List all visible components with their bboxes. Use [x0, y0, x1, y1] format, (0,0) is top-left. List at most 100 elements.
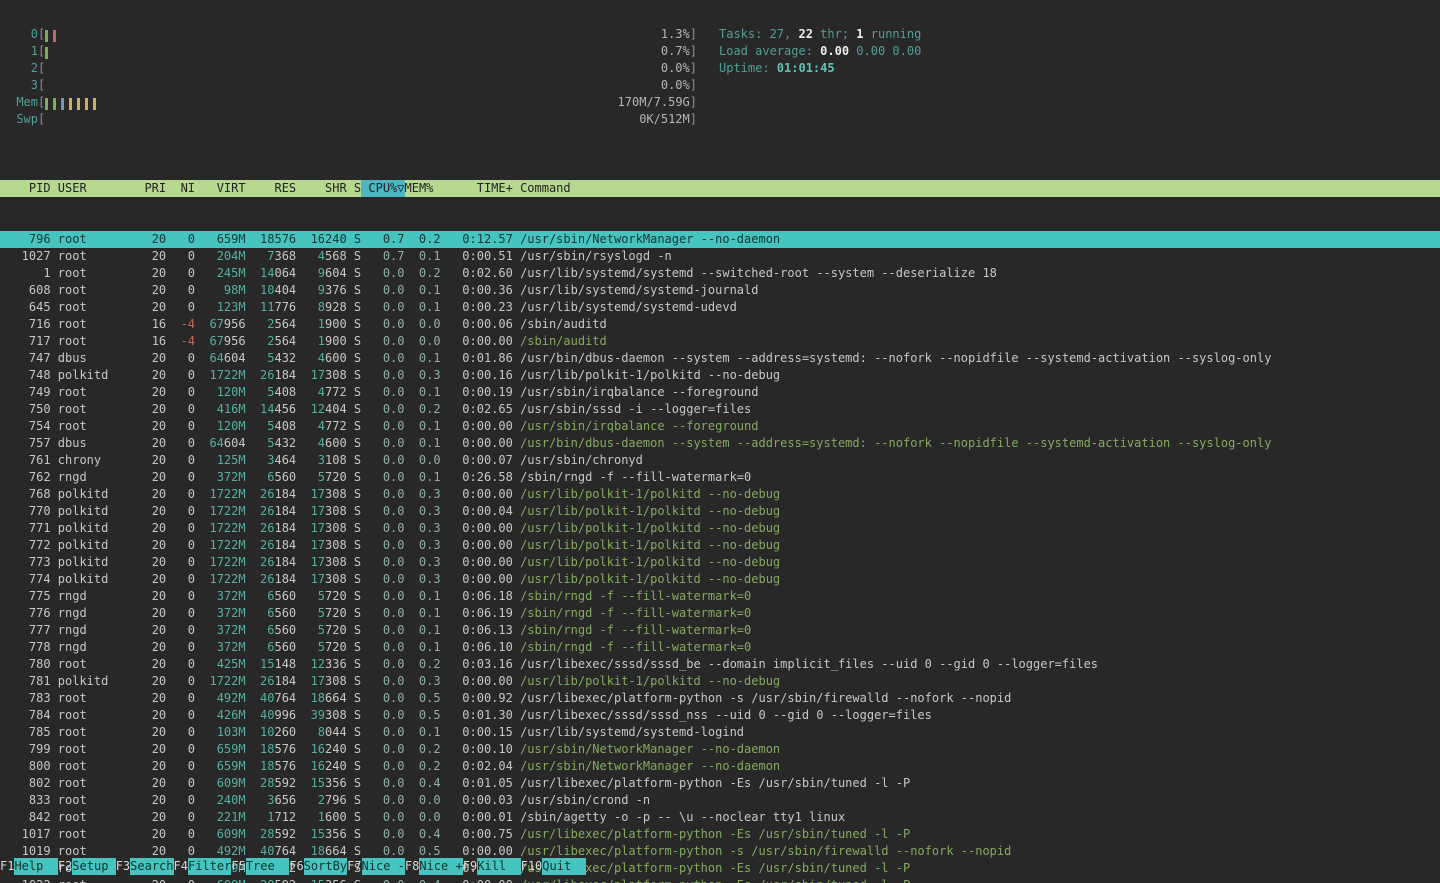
cell-pid: 757 — [0, 435, 51, 452]
cell-cpu: 0.0 — [361, 299, 404, 316]
process-row-716[interactable]: 716root16-46795625641900S0.00.00:00.06/s… — [0, 316, 1440, 333]
process-row-754[interactable]: 754root200120M54084772S0.00.10:00.00/usr… — [0, 418, 1440, 435]
process-row-800[interactable]: 800root200659M1857616240S0.00.20:02.04/u… — [0, 758, 1440, 775]
process-row-749[interactable]: 749root200120M54084772S0.00.10:00.19/usr… — [0, 384, 1440, 401]
percent-value: 0.2 — [419, 232, 441, 246]
cell-shr: 16240 — [296, 231, 347, 248]
column-header-ni[interactable]: NI — [166, 180, 195, 197]
cell-user: polkitd — [51, 537, 138, 554]
column-header-cpu[interactable]: CPU%▽ — [361, 180, 404, 197]
cell-mem: 0.1 — [405, 384, 441, 401]
cell-res: 6560 — [246, 588, 297, 605]
process-row-799[interactable]: 799root200659M1857616240S0.00.20:00.10/u… — [0, 741, 1440, 758]
process-row-645[interactable]: 645root200123M117768928S0.00.10:00.23/us… — [0, 299, 1440, 316]
cell-user: rngd — [51, 588, 138, 605]
cell-mem: 0.0 — [405, 792, 441, 809]
process-row-1022[interactable]: 1022root200609M2859215356S0.00.40:00.00/… — [0, 877, 1440, 883]
process-row-750[interactable]: 750root200416M1445612404S0.00.20:02.65/u… — [0, 401, 1440, 418]
process-row-776[interactable]: 776rngd200372M65605720S0.00.10:06.19/sbi… — [0, 605, 1440, 622]
process-row-780[interactable]: 780root200425M1514812336S0.00.20:03.16/u… — [0, 656, 1440, 673]
column-header-s[interactable]: S — [347, 180, 361, 197]
mem-value-kb: 308 — [325, 521, 347, 535]
cell-time: 0:06.13 — [441, 622, 513, 639]
mem-value-mb: 18 — [260, 232, 274, 246]
cell-pri: 20 — [137, 469, 166, 486]
column-header-shr[interactable]: SHR — [296, 180, 347, 197]
fn-f6-sortby[interactable]: F6SortBy — [289, 858, 347, 875]
cell-command: /usr/sbin/NetworkManager --no-daemon — [513, 741, 1440, 758]
cell-pid: 777 — [0, 622, 51, 639]
column-header-pri[interactable]: PRI — [137, 180, 166, 197]
cell-cpu: 0.0 — [361, 639, 404, 656]
column-header-pid[interactable]: PID — [0, 180, 51, 197]
meter-bar: 1.3% — [45, 26, 690, 43]
column-header-time[interactable]: TIME+ — [441, 180, 513, 197]
process-row-802[interactable]: 802root200609M2859215356S0.00.40:01.05/u… — [0, 775, 1440, 792]
process-row-783[interactable]: 783root200492M4076418664S0.00.50:00.92/u… — [0, 690, 1440, 707]
cell-cpu: 0.0 — [361, 877, 404, 883]
fn-f7-nice[interactable]: F7Nice - — [347, 858, 405, 875]
cell-pid: 1027 — [0, 248, 51, 265]
cell-user: root — [51, 299, 138, 316]
process-row-1027[interactable]: 1027root200204M73684568S0.70.10:00.51/us… — [0, 248, 1440, 265]
cell-pid: 776 — [0, 605, 51, 622]
cell-ni: 0 — [166, 622, 195, 639]
process-row-770[interactable]: 770polkitd2001722M2618417308S0.00.30:00.… — [0, 503, 1440, 520]
process-row-748[interactable]: 748polkitd2001722M2618417308S0.00.30:00.… — [0, 367, 1440, 384]
process-row-833[interactable]: 833root200240M36562796S0.00.00:00.03/usr… — [0, 792, 1440, 809]
mem-value-mb: 10 — [260, 725, 274, 739]
process-row-717[interactable]: 717root16-46795625641900S0.00.00:00.00/s… — [0, 333, 1440, 350]
cell-res: 40764 — [246, 690, 297, 707]
fn-f2-setup[interactable]: F2Setup — [58, 858, 116, 875]
cell-virt: 372M — [195, 639, 246, 656]
cell-pri: 20 — [137, 435, 166, 452]
cell-s: S — [347, 316, 361, 333]
fn-f10-quit[interactable]: F10Quit — [521, 858, 586, 875]
fn-f4-filter[interactable]: F4Filter — [174, 858, 232, 875]
process-row-747[interactable]: 747dbus2006460454324600S0.00.10:01.86/us… — [0, 350, 1440, 367]
column-header-mem[interactable]: MEM% — [405, 180, 441, 197]
process-row-761[interactable]: 761chrony200125M34643108S0.00.00:00.07/u… — [0, 452, 1440, 469]
process-row-768[interactable]: 768polkitd2001722M2618417308S0.00.30:00.… — [0, 486, 1440, 503]
process-row-608[interactable]: 608root20098M104049376S0.00.10:00.36/usr… — [0, 282, 1440, 299]
process-row-778[interactable]: 778rngd200372M65605720S0.00.10:06.10/sbi… — [0, 639, 1440, 656]
process-row-842[interactable]: 842root200221M17121600S0.00.00:00.01/sbi… — [0, 809, 1440, 826]
process-row-785[interactable]: 785root200103M102608044S0.00.10:00.15/us… — [0, 724, 1440, 741]
process-row-1017[interactable]: 1017root200609M2859215356S0.00.40:00.75/… — [0, 826, 1440, 843]
cell-pri: 20 — [137, 537, 166, 554]
process-row-757[interactable]: 757dbus2006460454324600S0.00.10:00.00/us… — [0, 435, 1440, 452]
process-row-777[interactable]: 777rngd200372M65605720S0.00.10:06.13/sbi… — [0, 622, 1440, 639]
process-row-772[interactable]: 772polkitd2001722M2618417308S0.00.30:00.… — [0, 537, 1440, 554]
process-row-784[interactable]: 784root200426M4099639308S0.00.50:01.30/u… — [0, 707, 1440, 724]
process-row-781[interactable]: 781polkitd2001722M2618417308S0.00.30:00.… — [0, 673, 1440, 690]
cell-shr: 17308 — [296, 673, 347, 690]
process-row-1[interactable]: 1root200245M140649604S0.00.20:02.60/usr/… — [0, 265, 1440, 282]
fn-f1-help[interactable]: F1Help — [0, 858, 58, 875]
fn-f3-search[interactable]: F3Search — [116, 858, 174, 875]
process-row-775[interactable]: 775rngd200372M65605720S0.00.10:06.18/sbi… — [0, 588, 1440, 605]
mem-value-kb: 044 — [325, 725, 347, 739]
mem-value-kb: 592 — [274, 827, 296, 841]
column-header-command[interactable]: Command — [513, 180, 1440, 197]
process-row-773[interactable]: 773polkitd2001722M2618417308S0.00.30:00.… — [0, 554, 1440, 571]
cell-cpu: 0.7 — [361, 248, 404, 265]
column-header-res[interactable]: RES — [246, 180, 297, 197]
thread-command: /usr/sbin/irqbalance --foreground — [520, 419, 758, 433]
process-row-771[interactable]: 771polkitd2001722M2618417308S0.00.30:00.… — [0, 520, 1440, 537]
process-row-796[interactable]: 796root200659M1857616240S0.70.20:12.57/u… — [0, 231, 1440, 248]
fn-f5-tree[interactable]: F5Tree — [231, 858, 289, 875]
cell-s: S — [347, 503, 361, 520]
mem-value: 659M — [217, 759, 246, 773]
cell-ni: 0 — [166, 248, 195, 265]
column-header-user[interactable]: USER — [51, 180, 138, 197]
column-header-virt[interactable]: VIRT — [195, 180, 246, 197]
fn-f9-kill[interactable]: F9Kill — [463, 858, 521, 875]
cell-time: 0:06.19 — [441, 605, 513, 622]
cell-time: 0:02.65 — [441, 401, 513, 418]
percent-value: 0.3 — [419, 674, 441, 688]
fn-f8-nice[interactable]: F8Nice + — [405, 858, 463, 875]
process-row-762[interactable]: 762rngd200372M65605720S0.00.10:26.58/sbi… — [0, 469, 1440, 486]
process-row-774[interactable]: 774polkitd2001722M2618417308S0.00.30:00.… — [0, 571, 1440, 588]
cell-res: 26184 — [246, 503, 297, 520]
mem-value-kb: 184 — [274, 555, 296, 569]
